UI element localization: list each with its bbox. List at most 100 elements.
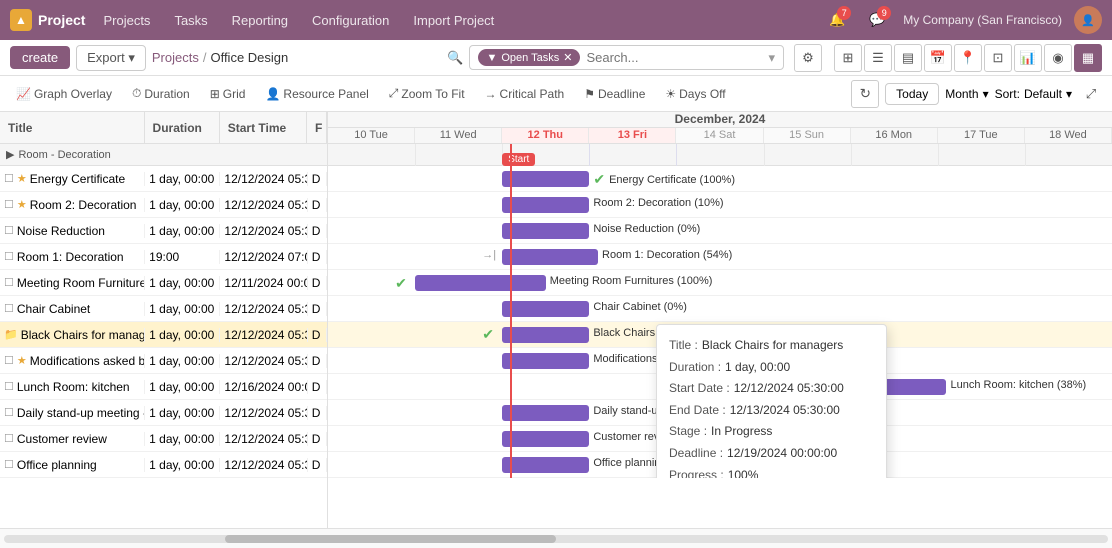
- notification-bell-1[interactable]: 🔔 7: [823, 6, 851, 34]
- breadcrumb-projects[interactable]: Projects: [152, 50, 199, 65]
- task-row-9[interactable]: ☐ Lunch Room: kitchen 1 day, 00:00 12/16…: [0, 374, 327, 400]
- gantt-day-18: 18 Wed: [1025, 128, 1112, 143]
- group-expand-icon[interactable]: ▶: [6, 148, 14, 161]
- star-icon[interactable]: ★: [17, 354, 27, 367]
- gantt-row-5[interactable]: ✔ Meeting Room Furnitures (100%): [328, 270, 1112, 296]
- gantt-row-2[interactable]: Room 2: Decoration (10%): [328, 192, 1112, 218]
- search-dropdown-icon[interactable]: ▾: [768, 50, 775, 66]
- refresh-btn[interactable]: ↻: [851, 80, 879, 108]
- task-title: Energy Certificate: [30, 172, 125, 186]
- task-row-10[interactable]: ☐ Daily stand-up meeting - S 1 day, 00:0…: [0, 400, 327, 426]
- task-name-7: 📁 Black Chairs for managers: [0, 328, 145, 342]
- gantt-month-header: December, 2024: [328, 112, 1112, 128]
- zoom-to-fit-btn[interactable]: ⤢ Zoom To Fit: [381, 83, 473, 104]
- nav-tasks[interactable]: Tasks: [168, 9, 213, 32]
- gantt-row-3[interactable]: Noise Reduction (0%): [328, 218, 1112, 244]
- nav-projects[interactable]: Projects: [97, 9, 156, 32]
- doc-icon: ☐: [4, 406, 14, 419]
- export-button[interactable]: Export ▾: [76, 45, 146, 71]
- filter-icon: ▼: [486, 52, 497, 64]
- tooltip-title-value: Black Chairs for managers: [702, 335, 843, 357]
- task-title: Daily stand-up meeting - S: [17, 406, 145, 420]
- days-off-btn[interactable]: ☀ Days Off: [657, 84, 733, 104]
- gantt-bar-1: [502, 171, 589, 187]
- tooltip-stage-row: Stage : In Progress: [669, 421, 874, 443]
- task-row-6[interactable]: ☐ Chair Cabinet 1 day, 00:00 12/12/2024 …: [0, 296, 327, 322]
- task-row-8[interactable]: ☐ ★ Modifications asked by 1 day, 00:00 …: [0, 348, 327, 374]
- task-title: Black Chairs for managers: [21, 328, 145, 342]
- task-start-4: 12/12/2024 07:00:00: [220, 250, 307, 264]
- critical-path-btn[interactable]: → Critical Path: [477, 84, 573, 104]
- today-btn[interactable]: Today: [885, 83, 939, 105]
- gantt-toolbar: 📈 Graph Overlay ⏱ Duration ⊞ Grid 👤 Reso…: [0, 76, 1112, 112]
- nav-reporting[interactable]: Reporting: [226, 9, 294, 32]
- task-start-7: 12/12/2024 05:30:00: [220, 328, 307, 342]
- task-row-5[interactable]: ☐ Meeting Room Furnitures 1 day, 00:00 1…: [0, 270, 327, 296]
- doc-icon: ☐: [4, 224, 14, 237]
- task-row-2[interactable]: ☐ ★ Room 2: Decoration 1 day, 00:00 12/1…: [0, 192, 327, 218]
- nav-import[interactable]: Import Project: [407, 9, 500, 32]
- horizontal-scrollbar[interactable]: [0, 528, 1112, 548]
- fullscreen-btn[interactable]: ⤢: [1078, 81, 1104, 107]
- breadcrumb-current[interactable]: Office Design: [210, 50, 288, 65]
- view-activity[interactable]: ▤: [894, 44, 922, 72]
- view-pivot[interactable]: ⊡: [984, 44, 1012, 72]
- search-input[interactable]: [586, 50, 762, 65]
- tooltip-end-label: End Date :: [669, 400, 726, 422]
- view-gantt[interactable]: ▦: [1074, 44, 1102, 72]
- task-row-1[interactable]: ☐ ★ Energy Certificate 1 day, 00:00 12/1…: [0, 166, 327, 192]
- view-map[interactable]: 📍: [954, 44, 982, 72]
- task-row-11[interactable]: ☐ Customer review 1 day, 00:00 12/12/202…: [0, 426, 327, 452]
- nav-configuration[interactable]: Configuration: [306, 9, 395, 32]
- gantt-day-15: 15 Sun: [764, 128, 851, 143]
- graph-overlay-btn[interactable]: 📈 Graph Overlay: [8, 84, 120, 104]
- notification-bell-2[interactable]: 💬 9: [863, 6, 891, 34]
- doc-icon: ☐: [4, 432, 14, 445]
- breadcrumb: Projects / Office Design: [152, 50, 288, 65]
- sort-value[interactable]: Default: [1024, 87, 1062, 101]
- task-finish-10: D: [308, 406, 327, 420]
- search-box: ▼ Open Tasks ✕ ▾: [469, 45, 784, 70]
- task-row-7[interactable]: 📁 Black Chairs for managers 1 day, 00:00…: [0, 322, 327, 348]
- tooltip-progress-row: Progress : 100%: [669, 465, 874, 478]
- gantt-row-1[interactable]: Start ✔ Energy Certificate (100%): [328, 166, 1112, 192]
- days-off-label: Days Off: [679, 87, 725, 101]
- task-row-3[interactable]: ☐ Noise Reduction 1 day, 00:00 12/12/202…: [0, 218, 327, 244]
- task-title: Meeting Room Furnitures: [17, 276, 145, 290]
- month-selector[interactable]: Month ▾: [945, 87, 988, 101]
- scrollbar-thumb[interactable]: [225, 535, 556, 543]
- scrollbar-track[interactable]: [4, 535, 1108, 543]
- sort-dropdown-icon[interactable]: ▾: [1066, 87, 1072, 101]
- resource-panel-btn[interactable]: 👤 Resource Panel: [257, 84, 376, 104]
- gantt-row-4[interactable]: →| Room 1: Decoration (54%): [328, 244, 1112, 270]
- filter-remove-button[interactable]: ✕: [563, 51, 572, 64]
- task-start-2: 12/12/2024 05:30:00: [220, 198, 307, 212]
- deadline-btn[interactable]: ⚑ Deadline: [576, 84, 653, 104]
- duration-label: Duration: [144, 87, 189, 101]
- view-list[interactable]: ☰: [864, 44, 892, 72]
- gantt-bar-label-4: Room 1: Decoration (54%): [602, 249, 732, 261]
- filter-tag-open-tasks[interactable]: ▼ Open Tasks ✕: [478, 49, 580, 66]
- duration-btn[interactable]: ⏱ Duration: [124, 83, 198, 104]
- gantt-bar-7: [502, 327, 589, 343]
- grid-btn[interactable]: ⊞ Grid: [202, 84, 254, 104]
- task-duration-12: 1 day, 00:00: [145, 458, 220, 472]
- task-row-4[interactable]: ☐ Room 1: Decoration 19:00 12/12/2024 07…: [0, 244, 327, 270]
- view-calendar[interactable]: 📅: [924, 44, 952, 72]
- gantt-day-12: 12 Thu: [502, 128, 589, 143]
- col-header-title: Title: [0, 112, 145, 143]
- task-duration-9: 1 day, 00:00: [145, 380, 220, 394]
- task-name-11: ☐ Customer review: [0, 432, 145, 446]
- star-icon[interactable]: ★: [17, 172, 27, 185]
- gantt-bar-4: [502, 249, 598, 265]
- user-avatar[interactable]: 👤: [1074, 6, 1102, 34]
- star-icon[interactable]: ★: [17, 198, 27, 211]
- view-kanban[interactable]: ⊞: [834, 44, 862, 72]
- view-graph[interactable]: 📊: [1014, 44, 1042, 72]
- view-chart[interactable]: ◉: [1044, 44, 1072, 72]
- gantt-bar-label-3: Noise Reduction (0%): [593, 223, 700, 235]
- task-row-12[interactable]: ☐ Office planning 1 day, 00:00 12/12/202…: [0, 452, 327, 478]
- gantt-row-6[interactable]: Chair Cabinet (0%): [328, 296, 1112, 322]
- create-button[interactable]: create: [10, 46, 70, 69]
- filter-icon-btn[interactable]: ⚙: [794, 44, 822, 72]
